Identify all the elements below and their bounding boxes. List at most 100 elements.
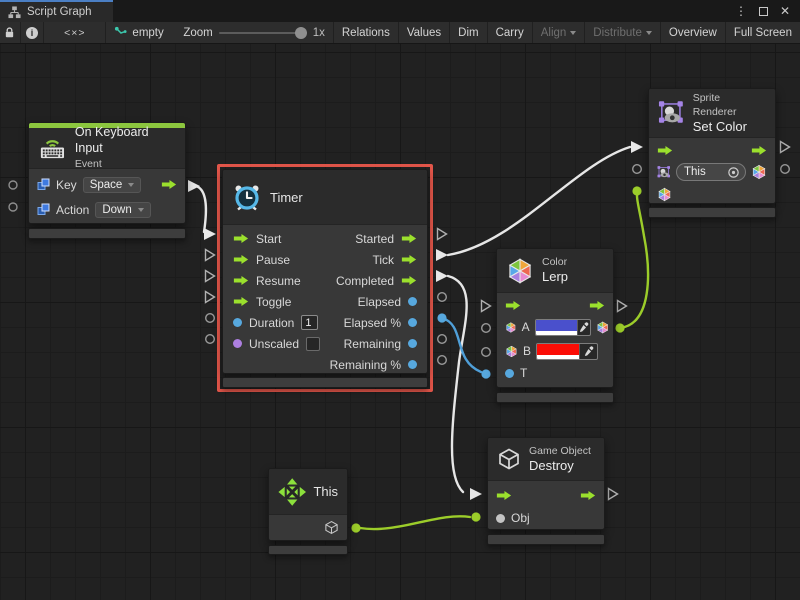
node-destroy[interactable]: Game Object Destroy Obj: [487, 437, 605, 530]
code-icon: <×>: [64, 27, 85, 39]
action-row: Action Down: [29, 197, 185, 222]
key-dropdown[interactable]: Space: [83, 177, 142, 193]
close-icon[interactable]: ✕: [780, 5, 790, 17]
dim-button[interactable]: Dim: [450, 22, 487, 43]
number-port-icon: [408, 339, 417, 348]
dim-label: Dim: [458, 27, 478, 39]
node-footer: [222, 377, 428, 388]
number-port-icon: [408, 297, 417, 306]
port-setcolor-target-out[interactable]: [781, 165, 790, 174]
info-button[interactable]: i: [21, 22, 44, 43]
port-keyboard-action-in[interactable]: [9, 203, 17, 211]
node-lerp[interactable]: Color Lerp A: [496, 248, 614, 388]
color-b-field[interactable]: [536, 343, 598, 360]
zoom-slider[interactable]: [219, 32, 307, 34]
relations-button[interactable]: Relations: [334, 22, 399, 43]
port-timer-toggle-in[interactable]: [206, 292, 215, 303]
node-footer: [496, 392, 614, 403]
port-timer-pause-in[interactable]: [206, 250, 215, 261]
color-wheel-icon: [505, 345, 518, 358]
chevron-down-icon: [138, 208, 144, 212]
duration-input[interactable]: 1: [301, 315, 318, 330]
eyedropper-button[interactable]: [579, 344, 597, 359]
port-timer-elapsedpct-out[interactable]: [437, 313, 446, 322]
values-button[interactable]: Values: [399, 22, 450, 43]
graph-toolbar: i <×> empty Zoom 1x Relations Values Dim…: [0, 22, 800, 44]
completed-label: Completed: [336, 274, 394, 288]
port-lerp-flow-out[interactable]: [618, 301, 627, 312]
eyedropper-button[interactable]: [577, 320, 590, 335]
action-dropdown[interactable]: Down: [95, 202, 150, 218]
window-controls: ⋮ ✕: [735, 0, 800, 22]
tab-title: Script Graph: [27, 6, 92, 18]
port-destroy-flow-out[interactable]: [609, 489, 618, 500]
port-timer-remaining-out[interactable]: [438, 335, 447, 344]
kebab-menu-icon[interactable]: ⋮: [735, 5, 747, 17]
input-t-row: T: [497, 363, 613, 383]
timer-input-row: Unscaled: [233, 333, 320, 354]
info-icon: i: [26, 27, 38, 39]
target-row: This: [649, 160, 775, 184]
node-title: Destroy: [529, 458, 591, 474]
port-keyboard-flow-out[interactable]: [188, 180, 200, 192]
flow-arrow-icon: [496, 490, 512, 501]
port-lerp-t-in[interactable]: [481, 369, 490, 378]
maximize-icon[interactable]: [759, 7, 768, 16]
port-lerp-b-in[interactable]: [482, 348, 491, 357]
node-this[interactable]: This: [268, 468, 348, 541]
full-screen-button[interactable]: Full Screen: [726, 22, 800, 43]
port-timer-unscaled-in[interactable]: [206, 335, 215, 344]
distribute-button[interactable]: Distribute: [585, 22, 661, 43]
carry-button[interactable]: Carry: [488, 22, 533, 43]
variable-icon: [37, 178, 50, 191]
wire-this-to-destroy-obj[interactable]: [360, 516, 470, 529]
wire-timer-completed-to-destroy[interactable]: [448, 276, 467, 492]
align-button[interactable]: Align: [533, 22, 586, 43]
node-set-color[interactable]: Sprite Renderer Set Color This: [648, 88, 776, 204]
alarm-clock-icon: [232, 182, 262, 212]
lock-button[interactable]: [0, 22, 21, 43]
port-destroy-flow-in[interactable]: [470, 488, 482, 500]
code-preview-button[interactable]: <×>: [44, 22, 106, 43]
zoom-slider-knob[interactable]: [295, 27, 307, 39]
port-lerp-color-out[interactable]: [615, 323, 624, 332]
node-on-keyboard-input[interactable]: On Keyboard Input Event Key Space Action…: [28, 122, 186, 224]
wire-timer-tick-to-setcolor[interactable]: [448, 147, 630, 255]
tab-script-graph[interactable]: Script Graph: [0, 0, 113, 22]
timer-outputs-column: Started Tick Completed Elapsed Elapsed %: [330, 228, 417, 375]
unscaled-checkbox[interactable]: [306, 337, 320, 351]
port-setcolor-color-in[interactable]: [632, 186, 641, 195]
port-setcolor-target-in[interactable]: [633, 165, 642, 174]
node-timer[interactable]: Timer Start Pause Resume Toggle: [222, 169, 428, 374]
port-timer-resume-in[interactable]: [206, 271, 215, 282]
port-keyboard-key-in[interactable]: [9, 181, 17, 189]
port-lerp-a-in[interactable]: [482, 324, 491, 333]
color-a-field[interactable]: [535, 319, 591, 336]
zoom-label: Zoom: [183, 27, 212, 39]
port-setcolor-flow-out[interactable]: [781, 142, 790, 153]
port-destroy-obj-in[interactable]: [471, 512, 480, 521]
port-timer-duration-in[interactable]: [206, 314, 215, 323]
graph-canvas[interactable]: On Keyboard Input Event Key Space Action…: [0, 44, 800, 600]
port-this-out[interactable]: [351, 523, 360, 532]
flow-arrow-icon: [233, 254, 249, 265]
timer-inputs-column: Start Pause Resume Toggle Duration 1: [233, 228, 320, 375]
number-port-icon: [408, 318, 417, 327]
port-timer-remainingpct-out[interactable]: [438, 356, 447, 365]
overview-button[interactable]: Overview: [661, 22, 726, 43]
target-icon[interactable]: [727, 166, 740, 179]
keyboard-icon: [38, 136, 67, 160]
wire-keyboard-to-timer-start[interactable]: [196, 186, 206, 232]
port-lerp-flow-in[interactable]: [482, 301, 491, 312]
bool-port-icon: [233, 339, 242, 348]
cube-icon: [497, 447, 521, 471]
port-timer-start-in[interactable]: [204, 228, 216, 240]
target-object-field[interactable]: This: [676, 163, 746, 181]
color-wheel-icon: [506, 257, 534, 285]
port-timer-elapsed-out[interactable]: [438, 293, 447, 302]
port-timer-tick-out[interactable]: [436, 249, 448, 261]
node-title: This: [313, 484, 338, 499]
port-timer-completed-out[interactable]: [436, 270, 448, 282]
port-timer-started-out[interactable]: [438, 229, 447, 240]
port-setcolor-flow-in[interactable]: [631, 141, 643, 153]
